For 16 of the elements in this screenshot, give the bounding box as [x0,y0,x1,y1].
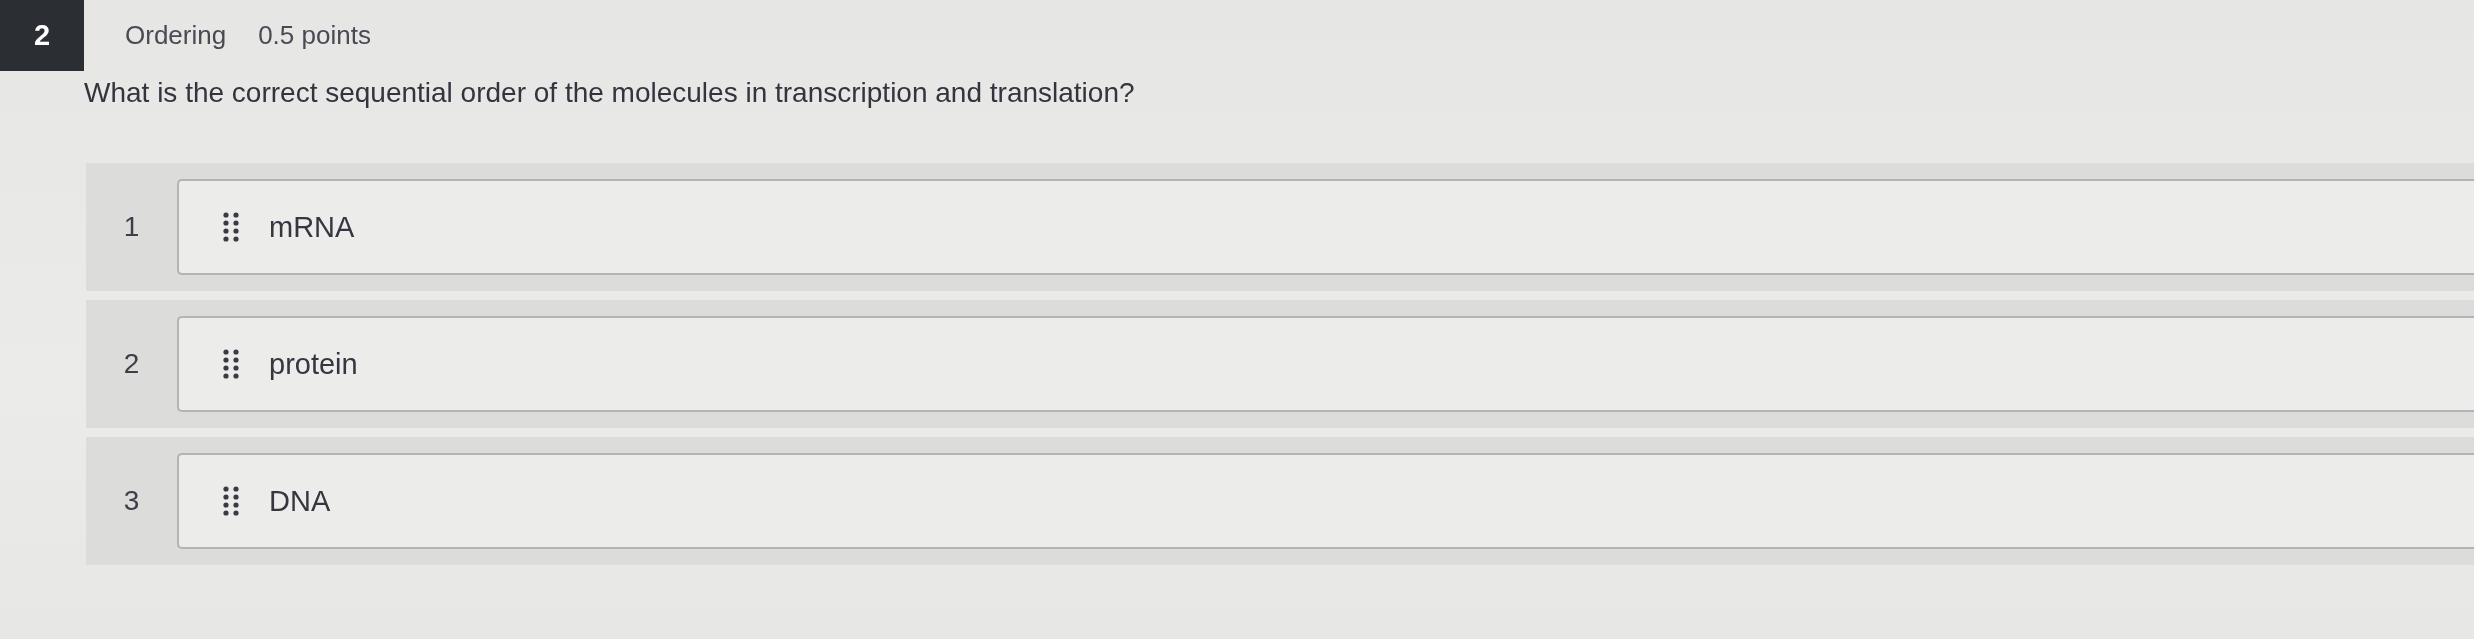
answer-label: DNA [269,484,331,518]
drag-handle-icon[interactable] [223,349,239,379]
draggable-answer[interactable]: protein [177,316,2474,412]
position-number: 1 [122,211,141,243]
question-prompt: What is the correct sequential order of the molecules in transcription and translation? [84,76,1136,110]
drag-handle-icon[interactable] [223,212,239,242]
question-number: 2 [0,0,84,71]
draggable-answer[interactable]: mRNA [177,179,2474,275]
position-number: 3 [122,485,141,517]
position-number: 2 [122,348,141,380]
question-type: Ordering [125,20,227,51]
answer-label: protein [269,347,358,381]
answer-label: mRNA [269,210,355,244]
question-points: 0.5 points [258,20,371,51]
draggable-answer[interactable]: DNA [177,453,2474,549]
drag-handle-icon[interactable] [223,486,239,516]
